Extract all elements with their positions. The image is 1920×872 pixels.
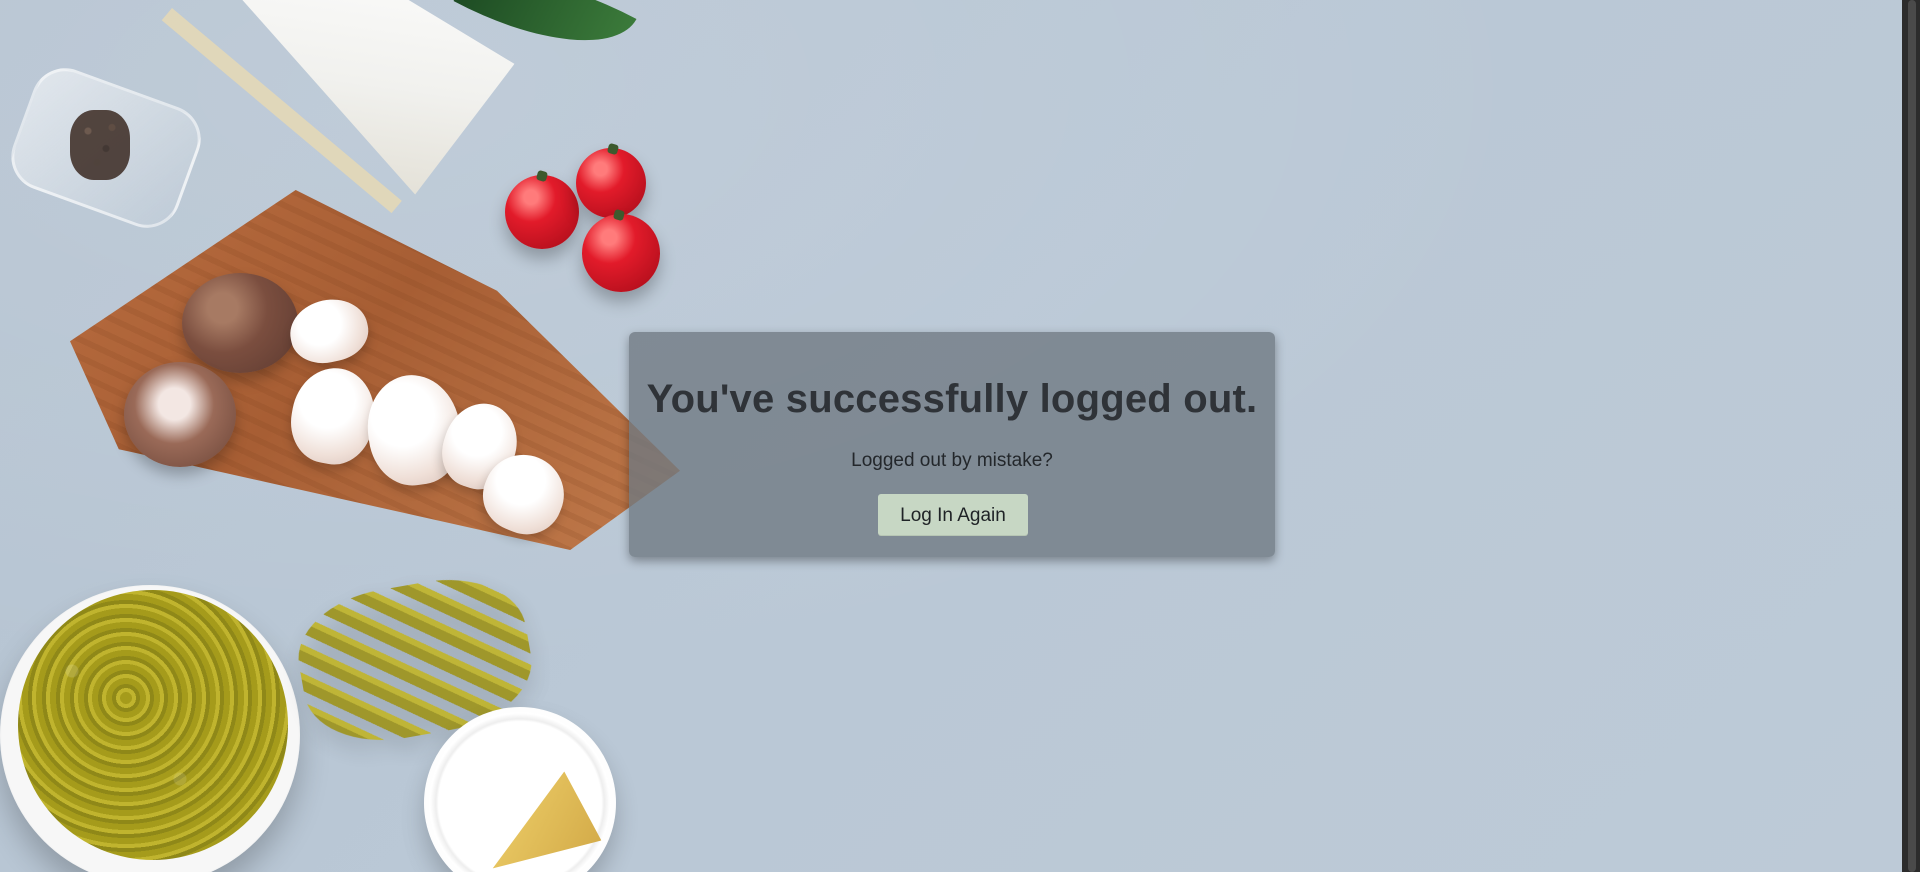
- brie-cheese-image: [147, 0, 523, 207]
- logout-message-panel: You've successfully logged out. Logged o…: [629, 332, 1275, 557]
- scrollbar-thumb[interactable]: [1908, 0, 1916, 872]
- log-in-again-button[interactable]: Log In Again: [878, 494, 1028, 536]
- logout-title: You've successfully logged out.: [646, 377, 1258, 421]
- pasta-image: [18, 590, 288, 860]
- mushroom-image: [124, 362, 236, 467]
- peppercorns-image: [70, 110, 130, 180]
- tomato-image: [576, 148, 646, 218]
- vertical-scrollbar[interactable]: [1902, 0, 1920, 872]
- mushroom-image: [182, 273, 298, 373]
- logout-subtitle: Logged out by mistake?: [851, 450, 1053, 471]
- tomato-image: [582, 214, 660, 292]
- tomato-image: [505, 175, 579, 249]
- page-viewport: You've successfully logged out. Logged o…: [0, 0, 1902, 872]
